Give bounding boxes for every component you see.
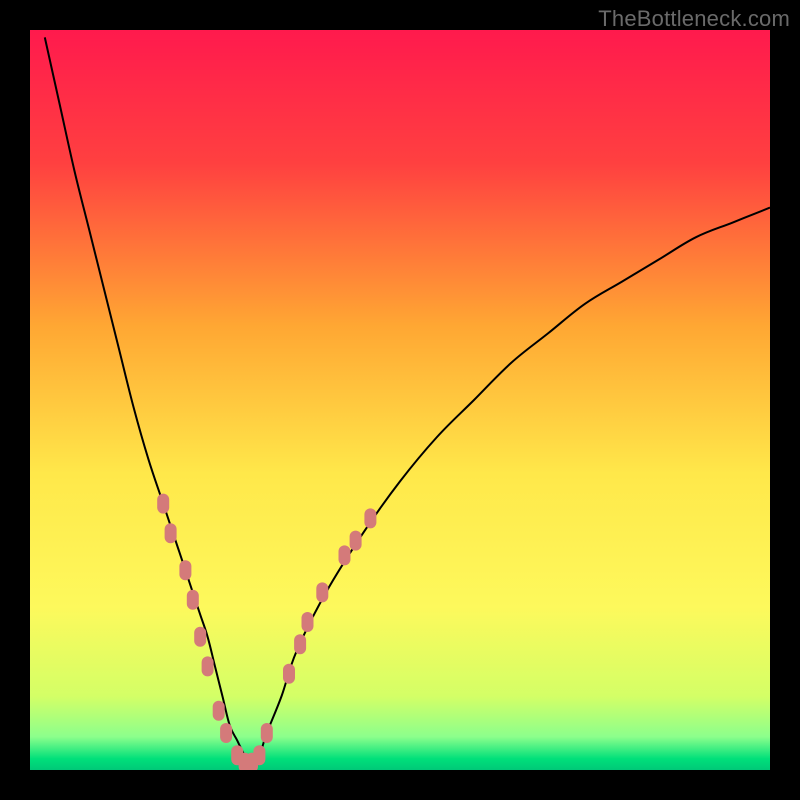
data-marker (202, 656, 214, 676)
data-marker (253, 745, 265, 765)
data-marker (220, 723, 232, 743)
data-marker (339, 545, 351, 565)
data-marker (157, 494, 169, 514)
data-marker (283, 664, 295, 684)
data-marker (165, 523, 177, 543)
data-marker (316, 582, 328, 602)
data-marker (179, 560, 191, 580)
data-marker (213, 701, 225, 721)
data-marker (194, 627, 206, 647)
data-marker (261, 723, 273, 743)
chart-background (30, 30, 770, 770)
chart-svg (30, 30, 770, 770)
data-marker (302, 612, 314, 632)
data-marker (187, 590, 199, 610)
data-marker (294, 634, 306, 654)
chart-container: TheBottleneck.com (0, 0, 800, 800)
watermark-text: TheBottleneck.com (598, 6, 790, 32)
data-marker (350, 531, 362, 551)
data-marker (364, 508, 376, 528)
